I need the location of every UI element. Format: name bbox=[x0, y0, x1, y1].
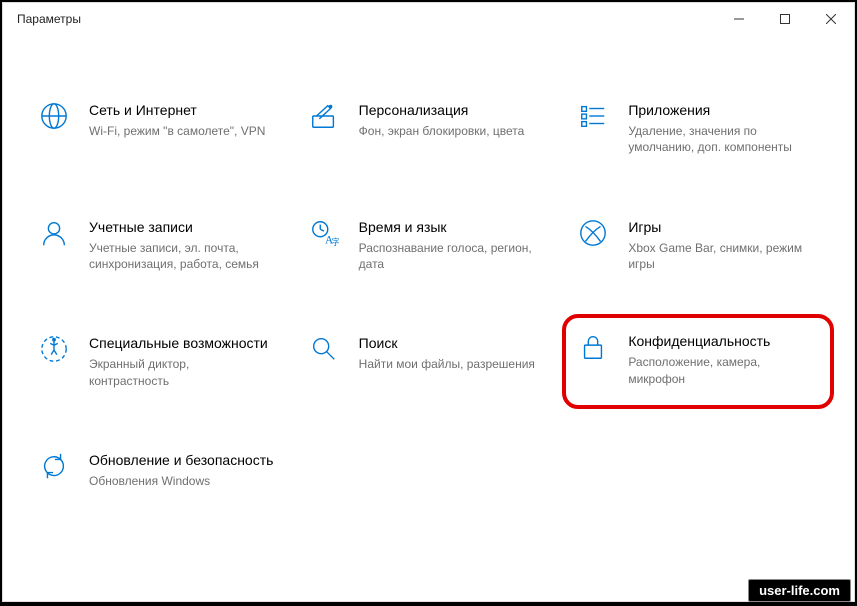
tile-ease-of-access[interactable]: Специальные возможности Экранный диктор,… bbox=[33, 328, 285, 395]
tile-title: Приложения bbox=[628, 101, 808, 119]
tile-title: Время и язык bbox=[359, 218, 539, 236]
window-controls bbox=[716, 3, 854, 35]
apps-list-icon bbox=[576, 101, 610, 135]
maximize-button[interactable] bbox=[762, 3, 808, 35]
tile-desc: Wi-Fi, режим "в самолете", VPN bbox=[89, 123, 265, 139]
tile-search[interactable]: Поиск Найти мои файлы, разрешения bbox=[303, 328, 555, 395]
tile-gaming[interactable]: Игры Xbox Game Bar, снимки, режим игры bbox=[572, 212, 824, 279]
tile-privacy[interactable]: Конфиденциальность Расположение, камера,… bbox=[562, 314, 834, 409]
xbox-icon bbox=[576, 218, 610, 252]
search-icon bbox=[307, 334, 341, 368]
tile-time-language[interactable]: A字 Время и язык Распознавание голоса, ре… bbox=[303, 212, 555, 279]
tile-apps[interactable]: Приложения Удаление, значения по умолчан… bbox=[572, 95, 824, 162]
tile-desc: Найти мои файлы, разрешения bbox=[359, 356, 535, 372]
tile-network[interactable]: Сеть и Интернет Wi-Fi, режим "в самолете… bbox=[33, 95, 285, 162]
person-icon bbox=[37, 218, 71, 252]
globe-icon bbox=[37, 101, 71, 135]
tile-title: Конфиденциальность bbox=[628, 332, 808, 350]
paint-icon bbox=[307, 101, 341, 135]
tile-desc: Удаление, значения по умолчанию, доп. ко… bbox=[628, 123, 808, 155]
tile-update-security[interactable]: Обновление и безопасность Обновления Win… bbox=[33, 445, 285, 495]
tile-title: Поиск bbox=[359, 334, 535, 352]
watermark: user-life.com bbox=[748, 579, 851, 602]
tile-desc: Учетные записи, эл. почта, синхронизация… bbox=[89, 240, 269, 272]
window-title: Параметры bbox=[17, 12, 81, 26]
minimize-button[interactable] bbox=[716, 3, 762, 35]
svg-text:字: 字 bbox=[331, 237, 339, 247]
tile-title: Игры bbox=[628, 218, 808, 236]
titlebar: Параметры bbox=[3, 3, 854, 35]
tile-title: Учетные записи bbox=[89, 218, 269, 236]
time-language-icon: A字 bbox=[307, 218, 341, 252]
ease-of-access-icon bbox=[37, 334, 71, 368]
tile-title: Сеть и Интернет bbox=[89, 101, 265, 119]
tile-title: Специальные возможности bbox=[89, 334, 269, 352]
tile-title: Персонализация bbox=[359, 101, 525, 119]
lock-icon bbox=[576, 332, 610, 366]
tile-desc: Распознавание голоса, регион, дата bbox=[359, 240, 539, 272]
close-button[interactable] bbox=[808, 3, 854, 35]
settings-grid: Сеть и Интернет Wi-Fi, режим "в самолете… bbox=[3, 35, 854, 601]
update-icon bbox=[37, 451, 71, 485]
settings-window: Параметры Сеть и Интернет Wi-Fi, режим "… bbox=[2, 2, 855, 602]
tile-desc: Xbox Game Bar, снимки, режим игры bbox=[628, 240, 808, 272]
tile-desc: Экранный диктор, контрастность bbox=[89, 356, 269, 388]
tile-desc: Расположение, камера, микрофон bbox=[628, 354, 808, 386]
tile-personalization[interactable]: Персонализация Фон, экран блокировки, цв… bbox=[303, 95, 555, 162]
tile-desc: Обновления Windows bbox=[89, 473, 269, 489]
tile-desc: Фон, экран блокировки, цвета bbox=[359, 123, 525, 139]
tile-accounts[interactable]: Учетные записи Учетные записи, эл. почта… bbox=[33, 212, 285, 279]
tile-title: Обновление и безопасность bbox=[89, 451, 273, 469]
